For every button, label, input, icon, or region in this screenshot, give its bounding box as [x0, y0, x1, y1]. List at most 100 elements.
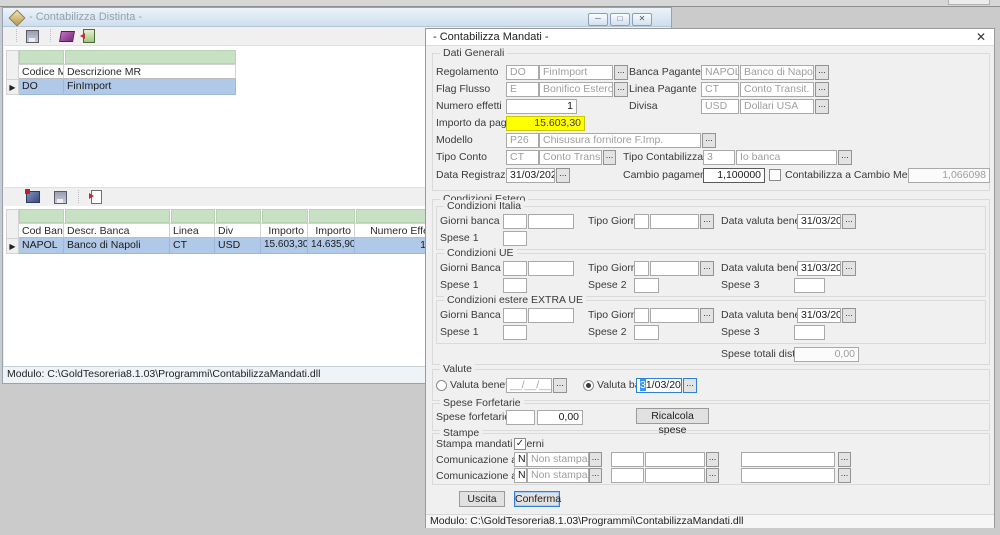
spese3-field[interactable] [794, 278, 825, 293]
giorni-banca-field-2[interactable] [528, 214, 574, 229]
importo-da-pagare-field[interactable]: 15.603,30 [506, 116, 585, 131]
grid2-cell[interactable]: NAPOL [19, 238, 64, 254]
flag-flusso-code-field[interactable]: E [506, 82, 539, 97]
banca-pagante-code-field[interactable]: NAPOL [701, 65, 739, 80]
valuta-beneficiario-radio[interactable] [436, 380, 447, 391]
valuta-beneficiario-date-field[interactable]: __/__/____ [506, 378, 552, 393]
spese2-field[interactable] [634, 278, 659, 293]
comunicazione-fornitore-code-field[interactable]: N [514, 452, 527, 467]
spese2-field[interactable] [634, 325, 659, 340]
exit-button[interactable] [79, 28, 99, 44]
giorni-banca-field-1[interactable] [503, 261, 527, 276]
save-button[interactable] [22, 28, 42, 44]
tipo-contabilizzazione-code-field[interactable]: 3 [703, 150, 735, 165]
divisa-code-field[interactable]: USD [701, 99, 739, 114]
contabilizza-cambio-medio-checkbox[interactable] [769, 169, 781, 181]
banca-extra2-lookup-button[interactable]: ... [838, 468, 851, 483]
giorni-banca-field-2[interactable] [528, 261, 574, 276]
dialog-titlebar[interactable]: - Contabilizza Mandati - ✕ [426, 29, 994, 46]
spese-forfetarie-code-field[interactable] [506, 410, 535, 425]
tipo-giorni-code-field[interactable] [634, 261, 649, 276]
grid2-col-header[interactable]: Linea [170, 223, 215, 238]
conferma-button[interactable]: Conferma [514, 491, 560, 507]
numero-effetti-field[interactable]: 1 [506, 99, 577, 114]
cambio-pagamento-field[interactable]: 1,100000 [703, 168, 765, 183]
grid2-col-header[interactable]: Importo [308, 223, 355, 238]
banca-extra-lookup-button[interactable]: ... [706, 468, 719, 483]
dialog-close-icon[interactable]: ✕ [974, 30, 988, 44]
divisa-lookup-button[interactable]: ... [815, 99, 829, 114]
grid1-col-header[interactable]: Codice MR [19, 64, 64, 79]
spese3-field[interactable] [794, 325, 825, 340]
data-valuta-beneficiario-field[interactable]: 31/03/2020 [797, 214, 841, 229]
spese-forfetarie-value-field[interactable]: 0,00 [537, 410, 583, 425]
grid1-cell[interactable]: FinImport [64, 79, 236, 95]
grid2-cell[interactable]: USD [215, 238, 261, 254]
grid2-cell[interactable]: CT [170, 238, 215, 254]
giorni-banca-field-1[interactable] [503, 214, 527, 229]
data-valuta-calendar-button[interactable]: ... [842, 308, 856, 323]
data-registrazione-field[interactable]: 31/03/2020 [506, 168, 555, 183]
ricalcola-spese-button[interactable]: Ricalcola spese [636, 408, 709, 424]
tipo-giorni-lookup-button[interactable]: ... [700, 261, 714, 276]
fornitore-extra-code-field[interactable] [611, 452, 644, 467]
save-button-2[interactable] [50, 189, 70, 205]
grid1-cell[interactable]: DO [19, 79, 64, 95]
modello-lookup-button[interactable]: ... [702, 133, 716, 148]
close-button[interactable]: ✕ [632, 13, 652, 26]
valuta-banca-calendar-button[interactable]: ... [683, 378, 697, 393]
data-valuta-calendar-button[interactable]: ... [842, 214, 856, 229]
tipo-giorni-lookup-button[interactable]: ... [700, 214, 714, 229]
grid2-cell[interactable]: 15.603,30 [261, 238, 308, 254]
stampa-mandati-interni-checkbox[interactable]: ✓ [514, 438, 526, 450]
tipo-conto-lookup-button[interactable]: ... [603, 150, 616, 165]
valuta-beneficiario-calendar-button[interactable]: ... [553, 378, 567, 393]
grid2-cell[interactable]: Banco di Napoli [64, 238, 170, 254]
book-button[interactable] [57, 28, 77, 44]
export-button[interactable] [86, 189, 106, 205]
restore-button[interactable]: □ [610, 13, 630, 26]
tipo-giorni-lookup-button[interactable]: ... [700, 308, 714, 323]
tipo-conto-code-field[interactable]: CT [506, 150, 539, 165]
tipo-contabilizzazione-desc-field: Io banca [736, 150, 837, 165]
comunicazione-banca-code-field[interactable]: N [514, 468, 527, 483]
banca-pagante-lookup-button[interactable]: ... [815, 65, 829, 80]
data-valuta-beneficiario-field[interactable]: 31/03/2020 [797, 261, 841, 276]
banca-extra-code-field[interactable] [611, 468, 644, 483]
giorni-banca-field-1[interactable] [503, 308, 527, 323]
linea-pagante-lookup-button[interactable]: ... [815, 82, 829, 97]
linea-pagante-code-field[interactable]: CT [701, 82, 739, 97]
grid2-col-header[interactable]: Importo [261, 223, 308, 238]
grid2-col-header[interactable]: Div [215, 223, 261, 238]
grid1-col-header[interactable]: Descrizione MR [64, 64, 236, 79]
fornitore-extra2-lookup-button[interactable]: ... [838, 452, 851, 467]
banca-extra2-field[interactable] [741, 468, 835, 483]
fornitore-extra-lookup-button[interactable]: ... [706, 452, 719, 467]
tipo-giorni-code-field[interactable] [634, 308, 649, 323]
tipo-giorni-code-field[interactable] [634, 214, 649, 229]
grid2-col-header[interactable]: Cod Banca [19, 223, 64, 238]
regolamento-code-field[interactable]: DO [506, 65, 539, 80]
fornitore-extra2-field[interactable] [741, 452, 835, 467]
valuta-banca-date-field[interactable]: 31/03/2020 [636, 378, 682, 393]
data-valuta-beneficiario-field[interactable]: 31/03/2020 [797, 308, 841, 323]
flag-flusso-lookup-button[interactable]: ... [614, 82, 628, 97]
ledger-button[interactable] [23, 189, 43, 205]
minimize-button[interactable]: ─ [588, 13, 608, 26]
giorni-banca-field-2[interactable] [528, 308, 574, 323]
comunicazione-fornitore-lookup-button[interactable]: ... [589, 452, 602, 467]
comunicazione-banca-lookup-button[interactable]: ... [589, 468, 602, 483]
window-titlebar[interactable]: - Contabilizza Distinta - [3, 8, 671, 27]
data-registrazione-calendar-button[interactable]: ... [556, 168, 570, 183]
spese1-field[interactable] [503, 231, 527, 246]
uscita-button[interactable]: Uscita [459, 491, 505, 507]
grid2-cell[interactable]: 14.635,90 [308, 238, 355, 254]
spese1-field[interactable] [503, 278, 527, 293]
data-valuta-calendar-button[interactable]: ... [842, 261, 856, 276]
spese1-field[interactable] [503, 325, 527, 340]
tipo-contabilizzazione-lookup-button[interactable]: ... [838, 150, 852, 165]
grid2-col-header[interactable]: Descr. Banca [64, 223, 170, 238]
valuta-banca-radio[interactable] [583, 380, 594, 391]
regolamento-lookup-button[interactable]: ... [614, 65, 628, 80]
modello-code-field[interactable]: P26 [506, 133, 539, 148]
